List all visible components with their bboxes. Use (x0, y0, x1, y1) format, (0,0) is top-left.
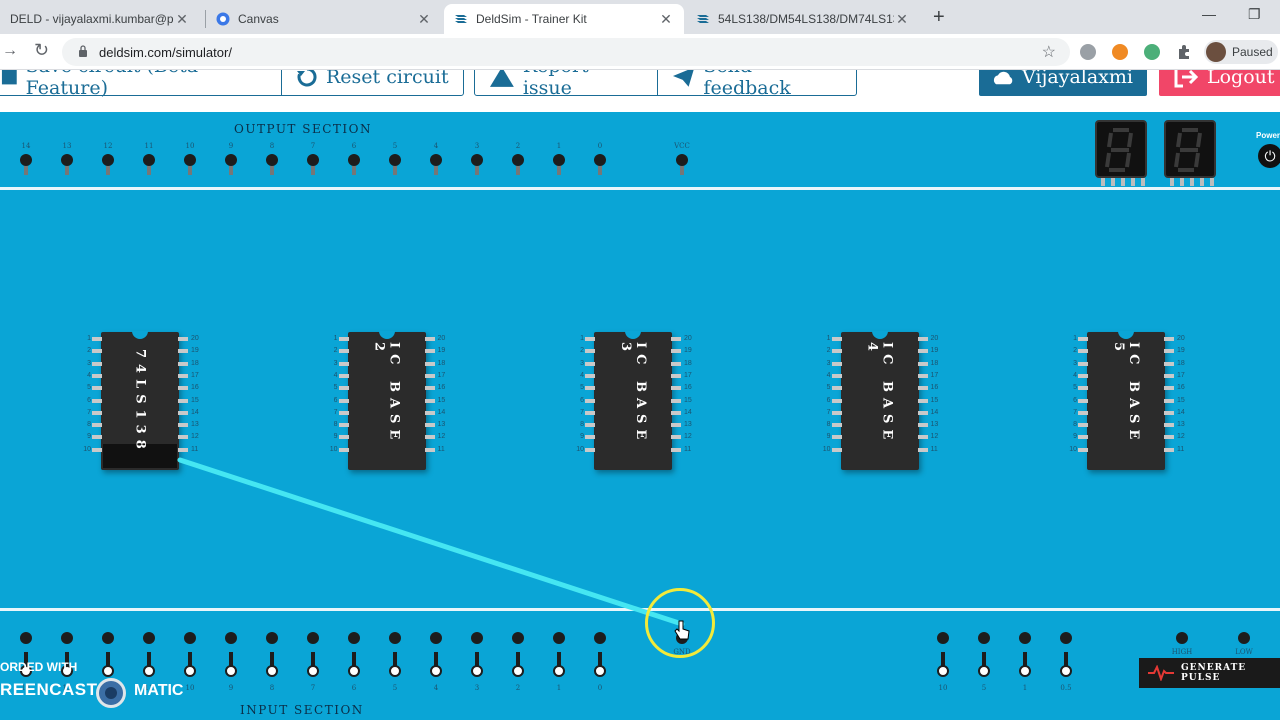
deldsim-favicon-icon (455, 15, 467, 23)
watermark-text: REENCAST (0, 680, 98, 699)
user-label: Vijayalaxmi (1022, 70, 1133, 88)
url-text: deldsim.com/simulator/ (99, 45, 232, 60)
puzzle-extensions-icon[interactable] (1176, 44, 1192, 60)
paper-plane-icon (672, 70, 694, 87)
forward-arrow-icon[interactable]: → (2, 42, 18, 60)
reset-circuit-label: Reset circuit (326, 70, 449, 88)
save-icon (1, 70, 17, 85)
tab-title: Canvas (238, 12, 279, 26)
reload-icon[interactable]: ↻ (34, 40, 49, 61)
extension-icon[interactable] (1080, 44, 1096, 60)
logout-button[interactable]: Logout (1159, 70, 1280, 96)
generate-pulse-button[interactable]: GENERATE PULSE (1139, 658, 1280, 688)
close-icon[interactable]: ✕ (894, 11, 910, 28)
maximize-button[interactable]: ❐ (1248, 6, 1261, 23)
deldsim-favicon-icon (697, 15, 709, 23)
report-issue-button[interactable]: Report issue (474, 70, 658, 99)
browser-tab-canvas[interactable]: Canvas ✕ (206, 4, 442, 34)
avatar (1206, 42, 1226, 62)
logout-label: Logout (1207, 70, 1275, 88)
watermark-text: MATIC (134, 682, 184, 699)
browser-toolbar: → ↻ deldsim.com/simulator/ ☆ (0, 34, 1280, 70)
send-feedback-button[interactable]: Send feedback (657, 70, 857, 99)
browser-tab-datasheet[interactable]: 54LS138/DM54LS138/DM74LS138 ✕ (686, 4, 920, 34)
close-icon[interactable]: ✕ (416, 11, 432, 28)
simulator-header: Save circuit (Beta Feature) Reset circui… (0, 70, 1280, 112)
send-feedback-label: Send feedback (703, 70, 791, 99)
watermark-text: ORDED WITH (0, 660, 78, 674)
generate-pulse-label: GENERATE PULSE (1181, 663, 1247, 683)
bookmark-star-icon[interactable]: ☆ (1042, 42, 1056, 62)
canvas-favicon-icon (216, 12, 230, 26)
tab-title: 54LS138/DM54LS138/DM74LS138 (718, 12, 894, 26)
logout-icon (1174, 70, 1199, 88)
profile-status: Paused (1232, 45, 1273, 59)
reset-icon (297, 70, 317, 87)
connection-wire[interactable] (177, 457, 685, 627)
hand-cursor-icon (674, 620, 690, 640)
close-icon[interactable]: ✕ (658, 11, 674, 28)
wire-layer (177, 457, 685, 627)
extension-icon[interactable] (1144, 44, 1160, 60)
lock-icon (79, 45, 87, 57)
browser-tab-deldsim[interactable]: DeldSim - Trainer Kit ✕ (444, 4, 684, 34)
profile-button[interactable]: Paused (1204, 40, 1278, 64)
pulse-wave-icon (1148, 665, 1174, 681)
report-issue-label: Report issue (522, 70, 589, 99)
browser-tab-deld[interactable]: DELD - vijayalaxmi.kumbar@pccoepune.org … (0, 4, 200, 34)
extension-icon[interactable] (1112, 44, 1128, 60)
warning-icon (489, 70, 514, 87)
user-button[interactable]: Vijayalaxmi (979, 70, 1147, 96)
reset-circuit-button[interactable]: Reset circuit (281, 70, 464, 96)
screencast-logo-icon (96, 678, 126, 708)
tab-title: DELD - vijayalaxmi.kumbar@pccoepune.org (10, 12, 174, 26)
trainer-kit-board: OUTPUT SECTION INPUT SECTION 14 13 12 11 10 9… (0, 112, 1280, 720)
user-cloud-icon (993, 71, 1013, 85)
save-circuit-button[interactable]: Save circuit (Beta Feature) (0, 70, 282, 99)
address-bar[interactable]: deldsim.com/simulator/ ☆ (62, 38, 1070, 66)
save-circuit-label: Save circuit (Beta Feature) (25, 70, 198, 99)
minimize-button[interactable]: — (1202, 6, 1216, 22)
browser-tab-strip: DELD - vijayalaxmi.kumbar@pccoepune.org … (0, 0, 1280, 34)
new-tab-button[interactable]: + (933, 6, 945, 29)
close-icon[interactable]: ✕ (174, 11, 190, 28)
tab-title: DeldSim - Trainer Kit (476, 12, 587, 26)
